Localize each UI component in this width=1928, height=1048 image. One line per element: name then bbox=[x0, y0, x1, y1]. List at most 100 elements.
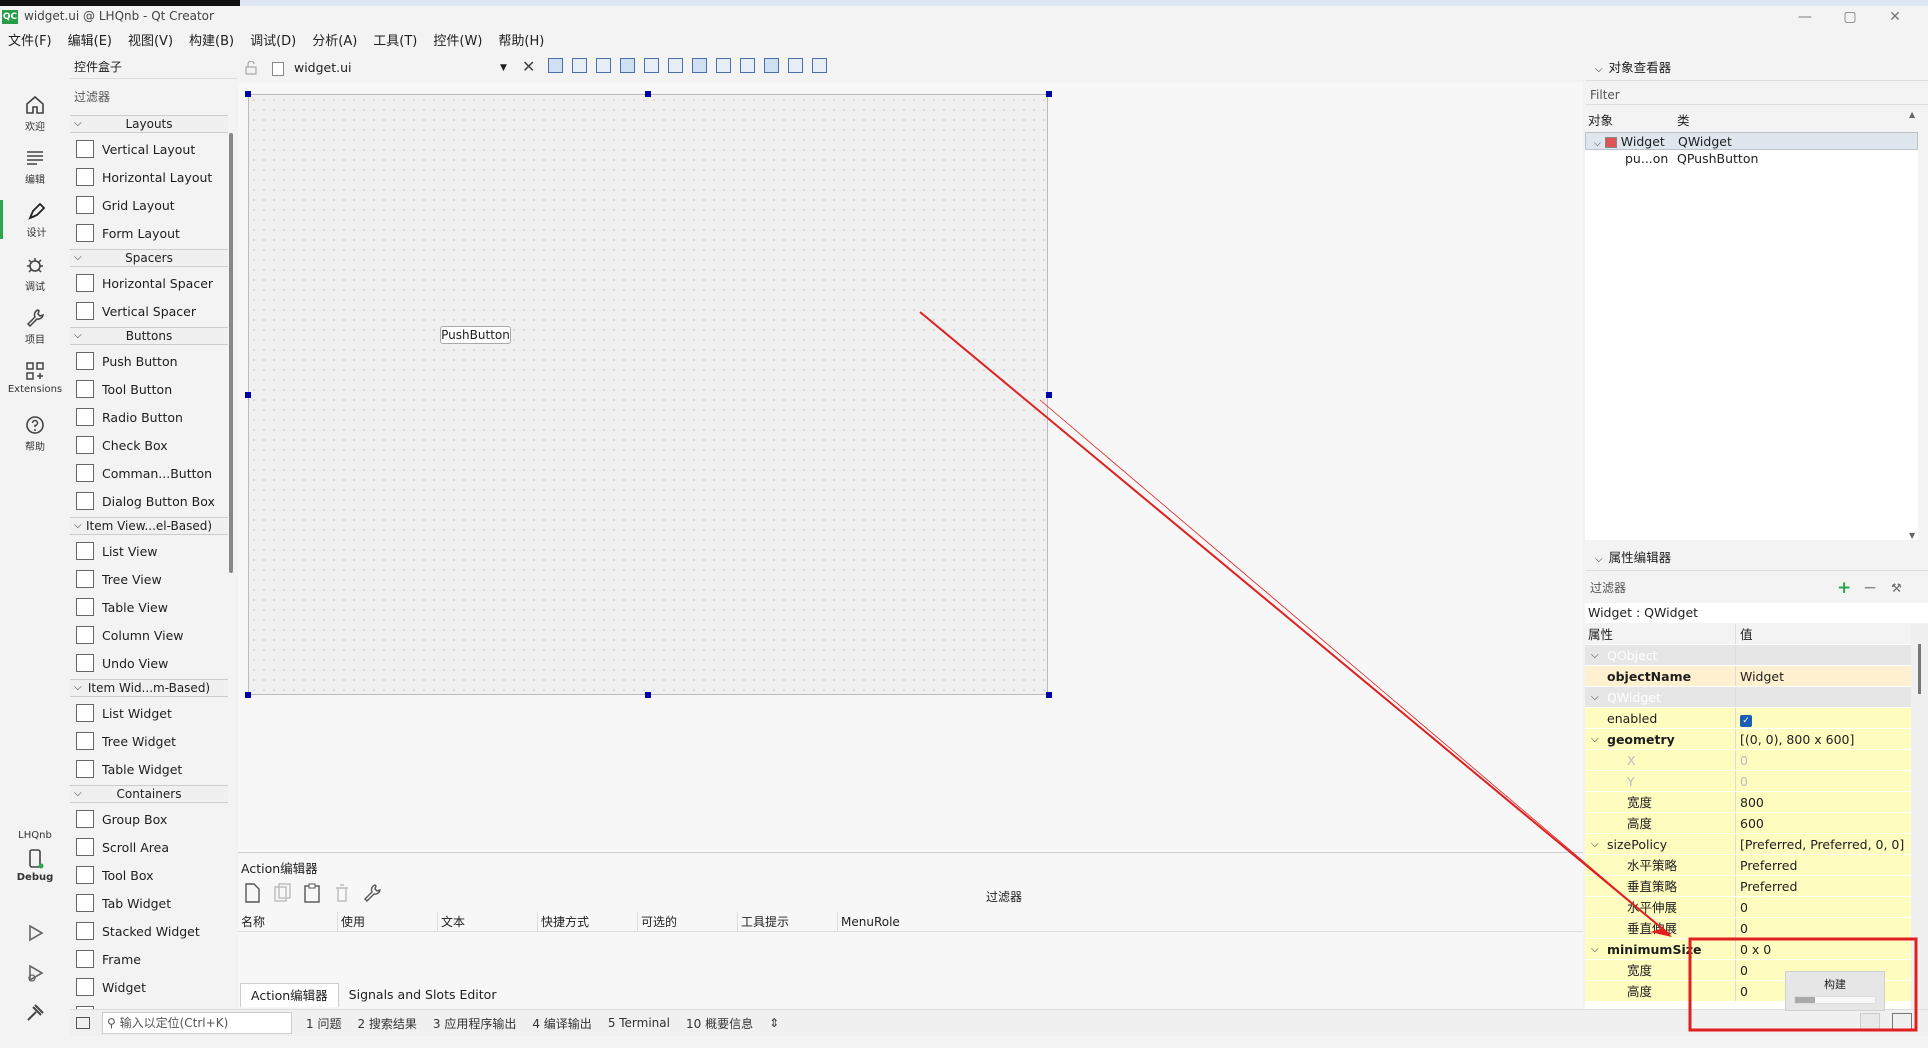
progress-toggle-icon[interactable] bbox=[1860, 1013, 1880, 1031]
resize-handle[interactable] bbox=[245, 692, 251, 698]
layout-tool-icon[interactable] bbox=[812, 58, 827, 73]
close-document-icon[interactable]: ✕ bbox=[522, 57, 535, 76]
property-row[interactable]: 高度 600 bbox=[1585, 813, 1911, 834]
mode-projects[interactable]: 项目 bbox=[0, 307, 70, 346]
toggle-right-sidebar-icon[interactable] bbox=[1892, 1013, 1912, 1031]
widgetbox-category[interactable]: ⌵ Item View...el-Based) bbox=[70, 517, 228, 535]
layout-tool-icon[interactable] bbox=[788, 58, 803, 73]
widgetbox-item[interactable]: Frame bbox=[70, 945, 228, 973]
layout-tool-icon[interactable] bbox=[548, 58, 563, 73]
widgetbox-item[interactable]: List Widget bbox=[70, 699, 228, 727]
property-value[interactable]: Preferred bbox=[1735, 855, 1911, 875]
mode-help[interactable]: 帮助 bbox=[0, 414, 70, 453]
widgetbox-category[interactable]: ⌵ Buttons bbox=[70, 327, 228, 345]
menu-view[interactable]: 视图(V) bbox=[120, 32, 181, 52]
property-row[interactable]: ⌵ geometry [(0, 0), 800 x 600] bbox=[1585, 729, 1911, 750]
resize-handle[interactable] bbox=[245, 91, 251, 97]
widgetbox-item[interactable]: Group Box bbox=[70, 805, 228, 833]
tree-row-pushbutton[interactable]: pu...on QPushButton bbox=[1585, 150, 1918, 168]
push-button-widget[interactable]: PushButton bbox=[440, 326, 511, 344]
layout-tool-icon[interactable] bbox=[740, 58, 755, 73]
property-row[interactable]: X0 bbox=[1585, 750, 1911, 771]
property-filter-input[interactable]: 过滤器 + − ⚒ bbox=[1585, 577, 1928, 599]
pane-compile-output[interactable]: 4 编译输出 bbox=[524, 1015, 599, 1032]
resize-handle[interactable] bbox=[645, 91, 651, 97]
chevron-down-icon[interactable]: ⌵ bbox=[1591, 687, 1599, 708]
pane-issues[interactable]: 1 问题 bbox=[298, 1015, 349, 1032]
build-progress-popup[interactable]: 构建 bbox=[1785, 971, 1885, 1011]
menu-edit[interactable]: 编辑(E) bbox=[60, 32, 120, 52]
widgetbox-scrollbar[interactable] bbox=[229, 133, 233, 573]
menu-controls[interactable]: 控件(W) bbox=[425, 32, 490, 52]
layout-tool-icon[interactable] bbox=[692, 58, 707, 73]
property-value[interactable] bbox=[1735, 645, 1911, 665]
resize-handle[interactable] bbox=[1046, 392, 1052, 398]
widgetbox-item[interactable]: MDI Area bbox=[70, 1001, 228, 1009]
resize-handle[interactable] bbox=[645, 692, 651, 698]
form-canvas[interactable] bbox=[248, 94, 1048, 695]
widgetbox-item[interactable]: Vertical Spacer bbox=[70, 297, 228, 325]
widgetbox-item[interactable]: Grid Layout bbox=[70, 191, 228, 219]
mode-design[interactable]: 设计 bbox=[0, 200, 70, 239]
pane-terminal[interactable]: 5 Terminal bbox=[600, 1016, 678, 1030]
widgetbox-category[interactable]: ⌵ Item Wid...m-Based) bbox=[70, 679, 228, 697]
chevron-down-icon[interactable]: ⌵ bbox=[1591, 729, 1599, 750]
resize-handle[interactable] bbox=[1046, 91, 1052, 97]
tab-signals-slots[interactable]: Signals and Slots Editor bbox=[339, 983, 507, 1007]
new-action-icon[interactable] bbox=[241, 882, 263, 904]
property-value[interactable]: 800 bbox=[1735, 792, 1911, 812]
col-class[interactable]: 类 bbox=[1677, 110, 1690, 132]
property-value[interactable]: [(0, 0), 800 x 600] bbox=[1735, 729, 1911, 749]
chevron-down-icon[interactable]: ⌵ bbox=[1591, 645, 1599, 666]
property-row[interactable]: ⌵ sizePolicy [Preferred, Preferred, 0, 0] bbox=[1585, 834, 1911, 855]
layout-tool-icon[interactable] bbox=[644, 58, 659, 73]
property-row[interactable]: 水平策略 Preferred bbox=[1585, 855, 1911, 876]
property-row[interactable]: ⌵ QWidget bbox=[1585, 687, 1911, 708]
widgetbox-item[interactable]: Comman...Button bbox=[70, 459, 228, 487]
chevron-down-icon[interactable]: ⌵ bbox=[1595, 554, 1603, 565]
col-text[interactable]: 文本 bbox=[438, 912, 538, 931]
col-property[interactable]: 属性 bbox=[1585, 624, 1735, 644]
mode-welcome[interactable]: 欢迎 bbox=[0, 94, 70, 133]
property-row[interactable]: Y0 bbox=[1585, 771, 1911, 792]
widgetbox-item[interactable]: Horizontal Spacer bbox=[70, 269, 228, 297]
widgetbox-item[interactable]: Vertical Layout bbox=[70, 135, 228, 163]
minimize-button[interactable]: — bbox=[1790, 8, 1820, 26]
menu-analyze[interactable]: 分析(A) bbox=[304, 32, 365, 52]
copy-action-icon[interactable] bbox=[271, 882, 293, 904]
add-property-icon[interactable]: + bbox=[1837, 577, 1851, 599]
pane-menu-chevron-icon[interactable]: ⇕ bbox=[761, 1016, 787, 1030]
menu-file[interactable]: 文件(F) bbox=[0, 32, 60, 52]
tab-action-editor[interactable]: Action编辑器 bbox=[240, 983, 339, 1007]
build-button[interactable] bbox=[0, 1002, 70, 1026]
property-row[interactable]: 水平伸展 0 bbox=[1585, 897, 1911, 918]
debug-run-button[interactable] bbox=[0, 962, 70, 986]
chevron-down-icon[interactable]: ⌵ bbox=[1591, 939, 1599, 960]
property-value[interactable]: 0 bbox=[1735, 750, 1911, 770]
layout-tool-icon[interactable] bbox=[572, 58, 587, 73]
mode-debug[interactable]: 调试 bbox=[0, 254, 70, 293]
pane-app-output[interactable]: 3 应用程序输出 bbox=[425, 1015, 524, 1032]
widgetbox-item[interactable]: Stacked Widget bbox=[70, 917, 228, 945]
widgetbox-item[interactable]: Tool Box bbox=[70, 861, 228, 889]
maximize-button[interactable]: ▢ bbox=[1835, 8, 1865, 26]
widgetbox-item[interactable]: Dialog Button Box bbox=[70, 487, 228, 515]
widgetbox-item[interactable]: Tab Widget bbox=[70, 889, 228, 917]
chevron-down-icon[interactable]: ⌵ bbox=[1595, 64, 1603, 75]
col-shortcut[interactable]: 快捷方式 bbox=[538, 912, 638, 931]
col-object[interactable]: 对象 bbox=[1585, 110, 1677, 132]
run-button[interactable] bbox=[0, 922, 70, 946]
tree-row-widget[interactable]: ⌵ Widget QWidget bbox=[1585, 132, 1918, 150]
menu-tools[interactable]: 工具(T) bbox=[365, 32, 425, 52]
layout-tool-icon[interactable] bbox=[764, 58, 779, 73]
widgetbox-item[interactable]: Tool Button bbox=[70, 375, 228, 403]
property-value[interactable] bbox=[1735, 687, 1911, 707]
widgetbox-filter-input[interactable]: 过滤器 bbox=[70, 86, 237, 108]
widgetbox-item[interactable]: Tree Widget bbox=[70, 727, 228, 755]
widgetbox-item[interactable]: Tree View bbox=[70, 565, 228, 593]
property-value[interactable]: Widget bbox=[1735, 666, 1911, 686]
widgetbox-item[interactable]: Table Widget bbox=[70, 755, 228, 783]
configure-wrench-icon[interactable]: ⚒ bbox=[1891, 577, 1902, 599]
kit-selector[interactable]: Debug bbox=[0, 848, 70, 883]
close-button[interactable]: ✕ bbox=[1880, 8, 1910, 26]
